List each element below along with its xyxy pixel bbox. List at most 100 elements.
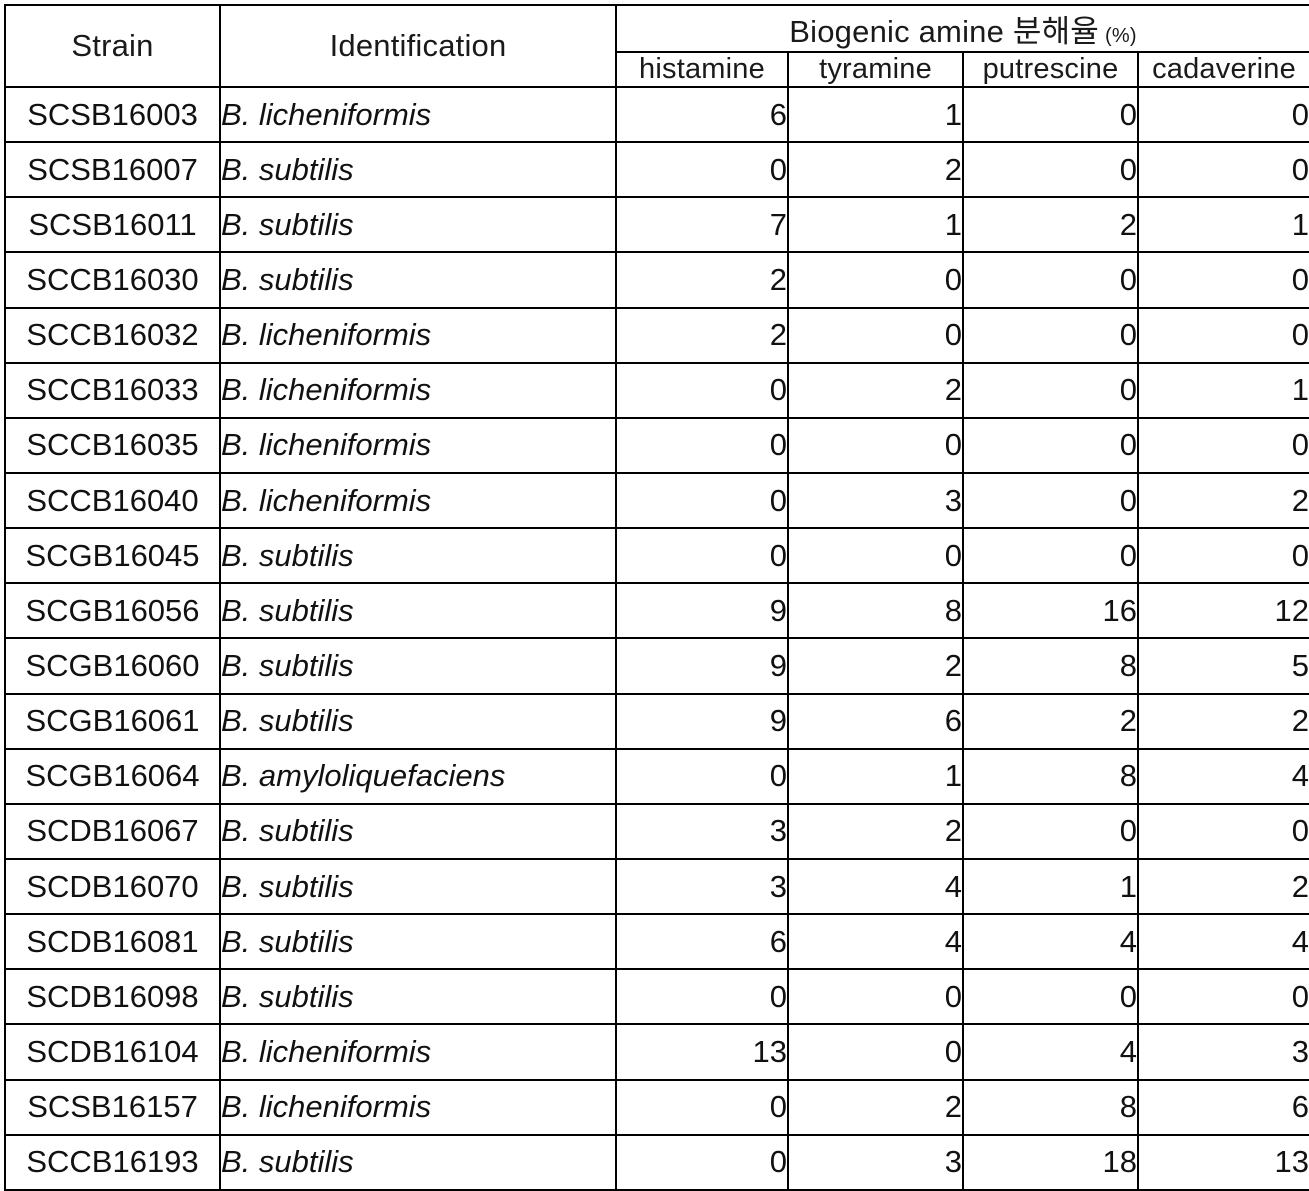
table-container: Strain Identification Biogenic amine 분해율… <box>0 0 1309 1191</box>
biogenic-amine-degradation-table: Strain Identification Biogenic amine 분해율… <box>4 4 1309 1191</box>
table-row: SCSB16007 B. subtilis 0 2 0 0 <box>4 141 1309 199</box>
table-row: SCCB16030 B. subtilis 2 0 0 0 <box>4 251 1309 309</box>
table-row: SCDB16067 B. subtilis 3 2 0 0 <box>4 802 1309 860</box>
cell-putrescine: 0 <box>962 416 1139 474</box>
group-header-unit: (%) <box>1105 25 1137 47</box>
cell-putrescine: 4 <box>962 1023 1139 1081</box>
cell-cadaverine: 1 <box>1136 196 1309 254</box>
table-row: SCSB16011 B. subtilis 7 1 2 1 <box>4 196 1309 254</box>
cell-strain: SCSB16003 <box>4 85 221 144</box>
cell-putrescine: 4 <box>962 913 1139 971</box>
cell-tyramine: 2 <box>787 1078 964 1136</box>
cell-tyramine: 0 <box>787 527 964 585</box>
cell-putrescine: 0 <box>962 141 1139 199</box>
cell-identification: B. licheniformis <box>219 471 617 530</box>
table-row: SCGB16045 B. subtilis 0 0 0 0 <box>4 527 1309 585</box>
cell-identification: B. subtilis <box>219 637 617 695</box>
cell-strain: SCDB16081 <box>4 913 221 971</box>
cell-identification: B. subtilis <box>219 968 617 1026</box>
cell-histamine: 6 <box>615 85 789 144</box>
cell-identification: B. licheniformis <box>219 1023 617 1081</box>
cell-histamine: 3 <box>615 857 789 916</box>
cell-tyramine: 1 <box>787 85 964 144</box>
cell-histamine: 0 <box>615 471 789 530</box>
cell-histamine: 9 <box>615 637 789 695</box>
table-row: SCDB16098 B. subtilis 0 0 0 0 <box>4 968 1309 1026</box>
cell-strain: SCDB16104 <box>4 1023 221 1081</box>
cell-cadaverine: 0 <box>1136 141 1309 199</box>
cell-putrescine: 8 <box>962 1078 1139 1136</box>
cell-tyramine: 1 <box>787 747 964 805</box>
cell-tyramine: 4 <box>787 857 964 916</box>
table-row: SCCB16040 B. licheniformis 0 3 0 2 <box>4 471 1309 530</box>
cell-tyramine: 6 <box>787 692 964 750</box>
cell-identification: B. licheniformis <box>219 85 617 144</box>
cell-identification: B. subtilis <box>219 857 617 916</box>
cell-putrescine: 16 <box>962 582 1139 640</box>
cell-tyramine: 3 <box>787 471 964 530</box>
cell-putrescine: 2 <box>962 196 1139 254</box>
table-row: SCDB16070 B. subtilis 3 4 1 2 <box>4 857 1309 916</box>
cell-strain: SCDB16070 <box>4 857 221 916</box>
cell-cadaverine: 1 <box>1136 361 1309 419</box>
cell-histamine: 9 <box>615 692 789 750</box>
column-header-cadaverine: cadaverine <box>1136 51 1309 88</box>
group-header-title: Biogenic amine 분해율 <box>789 14 1100 49</box>
cell-tyramine: 8 <box>787 582 964 640</box>
cell-identification: B. subtilis <box>219 692 617 750</box>
table-row: SCCB16033 B. licheniformis 0 2 0 1 <box>4 361 1309 419</box>
cell-identification: B. subtilis <box>219 802 617 860</box>
cell-putrescine: 0 <box>962 968 1139 1026</box>
cell-identification: B. subtilis <box>219 913 617 971</box>
table-body: SCSB16003 B. licheniformis 6 1 0 0 SCSB16007 B.… <box>4 85 1309 1191</box>
cell-histamine: 7 <box>615 196 789 254</box>
column-header-histamine: histamine <box>615 51 789 88</box>
cell-strain: SCSB16157 <box>4 1078 221 1136</box>
cell-putrescine: 2 <box>962 692 1139 750</box>
cell-strain: SCCB16193 <box>4 1133 221 1191</box>
cell-cadaverine: 0 <box>1136 416 1309 474</box>
cell-tyramine: 4 <box>787 913 964 971</box>
cell-tyramine: 0 <box>787 968 964 1026</box>
cell-histamine: 0 <box>615 1078 789 1136</box>
cell-histamine: 3 <box>615 802 789 860</box>
table-row: SCGB16061 B. subtilis 9 6 2 2 <box>4 692 1309 750</box>
table-row: SCSB16003 B. licheniformis 6 1 0 0 <box>4 85 1309 144</box>
cell-histamine: 0 <box>615 361 789 419</box>
cell-putrescine: 0 <box>962 471 1139 530</box>
cell-strain: SCCB16035 <box>4 416 221 474</box>
cell-putrescine: 0 <box>962 306 1139 364</box>
cell-tyramine: 2 <box>787 141 964 199</box>
column-header-strain: Strain <box>4 4 221 88</box>
cell-strain: SCCB16032 <box>4 306 221 364</box>
cell-histamine: 0 <box>615 968 789 1026</box>
cell-putrescine: 0 <box>962 527 1139 585</box>
cell-tyramine: 0 <box>787 306 964 364</box>
cell-putrescine: 8 <box>962 637 1139 695</box>
cell-histamine: 9 <box>615 582 789 640</box>
cell-identification: B. licheniformis <box>219 361 617 419</box>
cell-strain: SCSB16007 <box>4 141 221 199</box>
header-row-top: Strain Identification Biogenic amine 분해율… <box>4 4 1309 88</box>
cell-identification: B. licheniformis <box>219 306 617 364</box>
cell-tyramine: 0 <box>787 251 964 309</box>
cell-putrescine: 0 <box>962 85 1139 144</box>
cell-tyramine: 1 <box>787 196 964 254</box>
cell-identification: B. licheniformis <box>219 416 617 474</box>
cell-cadaverine: 0 <box>1136 968 1309 1026</box>
cell-cadaverine: 3 <box>1136 1023 1309 1081</box>
cell-cadaverine: 4 <box>1136 747 1309 805</box>
table-row: SCGB16060 B. subtilis 9 2 8 5 <box>4 637 1309 695</box>
cell-identification: B. subtilis <box>219 251 617 309</box>
table-row: SCCB16035 B. licheniformis 0 0 0 0 <box>4 416 1309 474</box>
cell-strain: SCCB16033 <box>4 361 221 419</box>
cell-strain: SCDB16098 <box>4 968 221 1026</box>
table-row: SCCB16032 B. licheniformis 2 0 0 0 <box>4 306 1309 364</box>
cell-histamine: 0 <box>615 141 789 199</box>
cell-histamine: 6 <box>615 913 789 971</box>
cell-strain: SCGB16045 <box>4 527 221 585</box>
column-header-identification: Identification <box>219 4 617 88</box>
cell-putrescine: 0 <box>962 361 1139 419</box>
table-header: Strain Identification Biogenic amine 분해율… <box>4 4 1309 88</box>
table-row: SCDB16081 B. subtilis 6 4 4 4 <box>4 913 1309 971</box>
